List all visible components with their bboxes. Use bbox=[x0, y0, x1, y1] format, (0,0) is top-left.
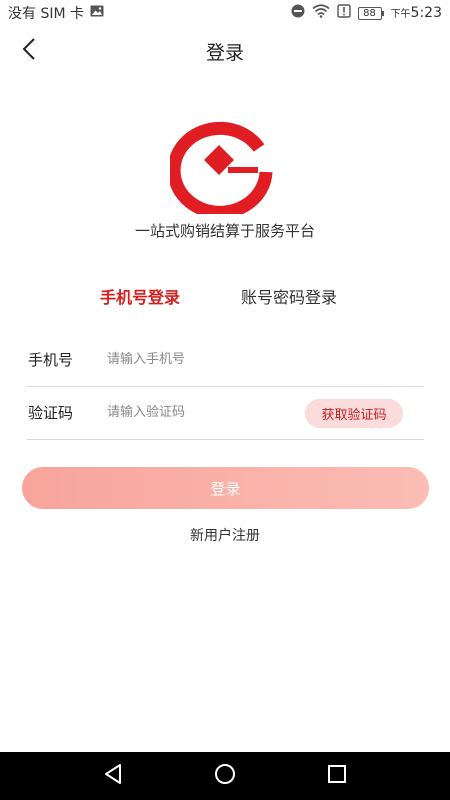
square-recent-icon bbox=[326, 763, 348, 789]
do-not-disturb-icon bbox=[291, 4, 305, 22]
code-row: 验证码 获取验证码 bbox=[27, 386, 424, 440]
get-code-button[interactable]: 获取验证码 bbox=[305, 399, 403, 428]
code-input[interactable] bbox=[107, 398, 297, 426]
tab-account-login[interactable]: 账号密码登录 bbox=[241, 284, 337, 308]
page-title: 登录 bbox=[205, 42, 244, 64]
clock-time: 5:23 bbox=[410, 5, 442, 21]
register-link[interactable]: 新用户注册 bbox=[0, 525, 450, 545]
image-notification-icon bbox=[90, 5, 104, 21]
phone-row: 手机号 bbox=[27, 333, 424, 387]
battery-level: 88 bbox=[363, 7, 376, 19]
wifi-icon bbox=[312, 4, 330, 22]
phone-input[interactable] bbox=[107, 345, 297, 373]
tab-phone-login[interactable]: 手机号登录 bbox=[100, 284, 180, 308]
status-left: 没有 SIM 卡 bbox=[8, 3, 104, 23]
circle-home-icon bbox=[214, 763, 236, 789]
status-right: 88 下午5:23 bbox=[291, 4, 442, 22]
header: 登录 bbox=[0, 30, 450, 74]
brand-logo bbox=[167, 118, 280, 219]
nav-home-button[interactable] bbox=[213, 764, 237, 788]
clock: 下午5:23 bbox=[391, 5, 442, 21]
alert-icon bbox=[336, 4, 351, 22]
phone-label: 手机号 bbox=[28, 351, 74, 369]
carrier-text: 没有 SIM 卡 bbox=[8, 6, 84, 22]
clock-period: 下午 bbox=[390, 9, 411, 20]
system-nav-bar bbox=[0, 752, 450, 800]
battery-icon: 88 bbox=[357, 6, 384, 20]
nav-back-button[interactable] bbox=[101, 764, 125, 788]
triangle-back-icon bbox=[102, 763, 124, 789]
status-bar: 没有 SIM 卡 88 下午5:23 bbox=[0, 0, 450, 26]
code-label: 验证码 bbox=[28, 404, 74, 422]
nav-recent-button[interactable] bbox=[325, 764, 349, 788]
brand-slogan: 一站式购销结算于服务平台 bbox=[134, 222, 315, 240]
login-button[interactable]: 登录 bbox=[22, 467, 429, 509]
